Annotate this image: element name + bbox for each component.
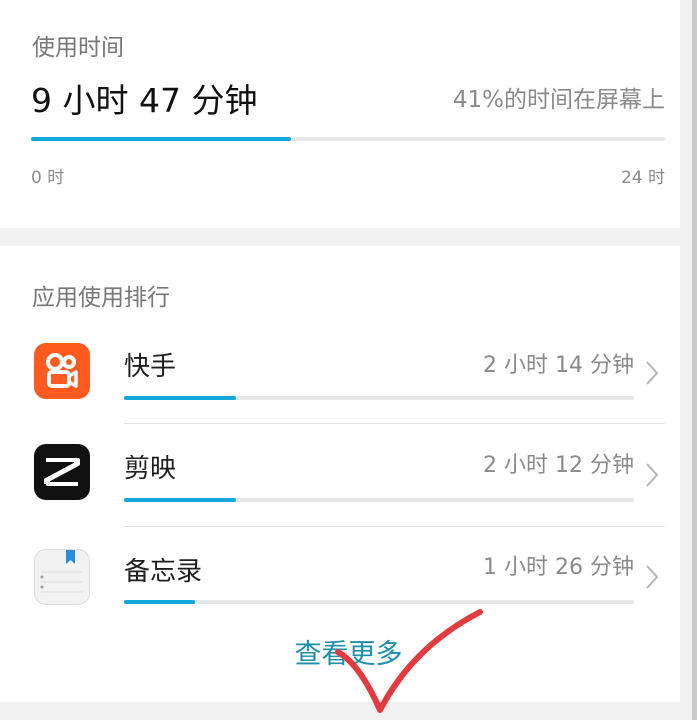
tick-end-label: 24 时: [620, 168, 665, 188]
usage-title: 使用时间: [32, 35, 124, 61]
app-usage-time: 2 小时 12 分钟: [483, 453, 634, 478]
capcut-icon: [34, 444, 90, 500]
chevron-right-icon: [646, 565, 659, 589]
usage-card: 使用时间 9 小时 47 分钟 41%的时间在屏幕上 0 时 24 时: [0, 0, 680, 228]
checkmark-annotation: [335, 609, 483, 713]
app-row-kuaishou[interactable]: 快手 2 小时 14 分钟: [0, 321, 680, 424]
kuaishou-icon: [34, 343, 90, 399]
notes-icon: [34, 549, 90, 605]
app-name: 备忘录: [124, 557, 203, 587]
total-usage-time: 9 小时 47 分钟: [31, 81, 258, 120]
ranking-title: 应用使用排行: [32, 285, 170, 311]
app-progress-track: [124, 498, 634, 502]
app-progress-fill: [124, 498, 237, 502]
app-name: 剪映: [124, 454, 177, 484]
tick-start-label: 0 时: [31, 168, 65, 188]
app-progress-fill: [124, 396, 237, 400]
chevron-right-icon: [646, 361, 659, 385]
chevron-right-icon: [646, 463, 659, 487]
usage-progress-track: [31, 137, 665, 141]
app-name: 快手: [124, 352, 177, 382]
screen-percent-label: 41%的时间在屏幕上: [452, 87, 665, 113]
app-usage-time: 2 小时 14 分钟: [483, 353, 634, 378]
app-progress-fill: [124, 600, 196, 604]
app-usage-time: 1 小时 26 分钟: [483, 555, 634, 580]
usage-progress-fill: [31, 137, 291, 141]
scrollbar[interactable]: [692, 0, 697, 720]
app-row-capcut[interactable]: 剪映 2 小时 12 分钟: [0, 424, 680, 527]
app-progress-track: [124, 396, 634, 400]
